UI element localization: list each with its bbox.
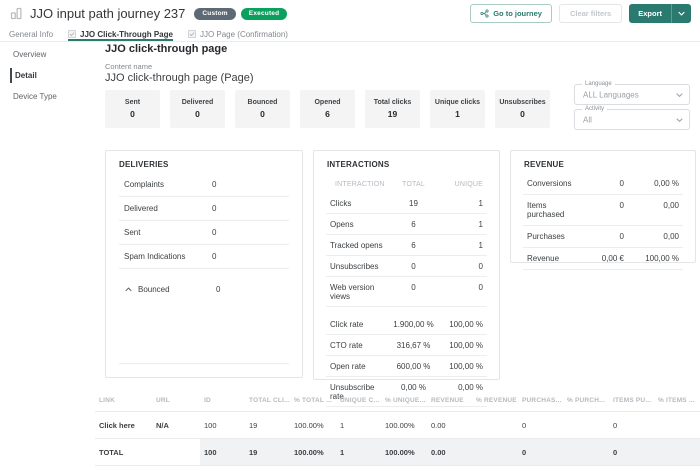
delivery-row-spam-indications: Spam Indications 0 xyxy=(119,245,289,269)
revenue-row-revenue: Revenue 0,00 € 100,00 % xyxy=(523,248,683,270)
column-header-pct-purchases: % PURCH... xyxy=(563,390,609,412)
analytics-bars-icon xyxy=(9,6,24,21)
executed-badge: Executed xyxy=(241,8,288,20)
column-header-revenue: REVENUE xyxy=(427,390,472,412)
revenue-panel: REVENUE Conversions 0 0,00 % Items purch… xyxy=(510,150,696,263)
column-header-purchases: PURCHAS... xyxy=(518,390,563,412)
sidebar-item-detail[interactable]: Detail xyxy=(0,65,95,86)
chevron-down-icon xyxy=(676,117,683,122)
panel-title: DELIVERIES xyxy=(106,151,302,173)
divider xyxy=(119,363,289,364)
activity-select[interactable]: Activity All xyxy=(574,109,690,130)
link-row: Click here N/A 100 19 100.00% 1 100.00% … xyxy=(95,412,700,439)
stat-card-bounced: Bounced 0 xyxy=(235,90,290,128)
go-to-journey-button[interactable]: Go to journey xyxy=(470,4,552,23)
column-header-id: ID xyxy=(200,390,245,412)
link-name-cell: Click here xyxy=(95,412,152,439)
interaction-row-tracked-opens: Tracked opens 6 1 xyxy=(326,235,487,256)
links-table: LINK URL ID TOTAL CLI... % TOTAL ... UNI… xyxy=(95,390,700,466)
spacer xyxy=(314,307,499,314)
page-icon xyxy=(188,30,196,38)
interaction-row-clicks: Clicks 19 1 xyxy=(326,193,487,214)
language-select[interactable]: Language ALL Languages xyxy=(574,84,690,105)
stat-card-unsubscribes: Unsubscribes 0 xyxy=(495,90,550,128)
revenue-row-purchases: Purchases 0 0,00 xyxy=(523,226,683,248)
column-header-pct-revenue: % REVENUE xyxy=(472,390,518,412)
content-name-label: Content name xyxy=(105,62,152,71)
tab-bar: General Info JJO Click-Through Page JJO … xyxy=(0,27,700,42)
custom-badge: Custom xyxy=(194,8,235,20)
delivery-row-complaints: Complaints 0 xyxy=(119,173,289,197)
column-header-items-purchased: ITEMS PU... xyxy=(609,390,654,412)
app-header: JJO input path journey 237 Custom Execut… xyxy=(0,0,700,27)
column-header-pct-items: % ITEMS ... xyxy=(654,390,700,412)
journey-title: JJO input path journey 237 xyxy=(30,6,185,21)
interactions-header: INTERACTION TOTAL UNIQUE xyxy=(326,176,487,193)
column-header-total-clicks: TOTAL CLI... xyxy=(245,390,290,412)
interaction-row-unsubscribes: Unsubscribes 0 0 xyxy=(326,256,487,277)
chevron-up-icon xyxy=(125,287,132,292)
rate-row-open-rate: Open rate 600,00 % 100,00 % xyxy=(326,356,487,377)
panel-title: INTERACTIONS xyxy=(314,151,499,173)
page-title: JJO click-through page xyxy=(105,43,227,55)
stat-card-delivered: Delivered 0 xyxy=(170,90,225,128)
stat-card-sent: Sent 0 xyxy=(105,90,160,128)
column-header-link: LINK xyxy=(95,390,152,412)
rate-row-click-rate: Click rate 1.900,00 % 100,00 % xyxy=(326,314,487,335)
interactions-panel: INTERACTIONS INTERACTION TOTAL UNIQUE Cl… xyxy=(313,150,500,380)
chevron-down-icon xyxy=(672,11,691,16)
stat-card-total-clicks: Total clicks 19 xyxy=(365,90,420,128)
column-header-pct-unique: % UNIQUE... xyxy=(381,390,427,412)
column-header-unique-clicks: UNIQUE C... xyxy=(336,390,381,412)
rate-row-cto-rate: CTO rate 316,67 % 100,00 % xyxy=(326,335,487,356)
interaction-row-opens: Opens 6 1 xyxy=(326,214,487,235)
export-button[interactable]: Export xyxy=(629,4,691,23)
sidebar-item-device-type[interactable]: Device Type xyxy=(0,86,95,107)
report-sidebar: Overview Detail Device Type xyxy=(0,44,95,107)
journey-flow-icon xyxy=(480,9,489,18)
stats-row: Sent 0 Delivered 0 Bounced 0 Opened 6 To… xyxy=(105,90,550,128)
total-row: TOTAL 100 19 100.00% 1 100.00% 0.00 0 0 xyxy=(95,439,700,466)
clear-filters-button[interactable]: Clear filters xyxy=(559,4,622,23)
content-name-value: JJO click-through page (Page) xyxy=(105,72,254,84)
panel-title: REVENUE xyxy=(511,151,695,173)
tab-jjo-page-confirmation[interactable]: JJO Page (Confirmation) xyxy=(188,27,288,41)
delivery-row-delivered: Delivered 0 xyxy=(119,197,289,221)
column-header-url: URL xyxy=(152,390,200,412)
stat-card-opened: Opened 6 xyxy=(300,90,355,128)
revenue-row-conversions: Conversions 0 0,00 % xyxy=(523,173,683,195)
links-table-header-row: LINK URL ID TOTAL CLI... % TOTAL ... UNI… xyxy=(95,390,700,412)
interaction-row-web-version-views: Web version views 0 0 xyxy=(326,277,487,307)
column-header-pct-total: % TOTAL ... xyxy=(290,390,336,412)
bounced-expandable-row[interactable]: Bounced 0 xyxy=(119,277,289,302)
delivery-row-sent: Sent 0 xyxy=(119,221,289,245)
sidebar-item-overview[interactable]: Overview xyxy=(0,44,95,65)
deliveries-panel: DELIVERIES Complaints 0 Delivered 0 Sent… xyxy=(105,150,303,378)
page-icon xyxy=(68,30,76,38)
tab-jjo-click-through-page[interactable]: JJO Click-Through Page xyxy=(68,27,173,41)
chevron-down-icon xyxy=(676,92,683,97)
revenue-row-items-purchased: Items purchased 0 0,00 xyxy=(523,195,683,226)
tab-general-info[interactable]: General Info xyxy=(9,27,53,41)
stat-card-unique-clicks: Unique clicks 1 xyxy=(430,90,485,128)
